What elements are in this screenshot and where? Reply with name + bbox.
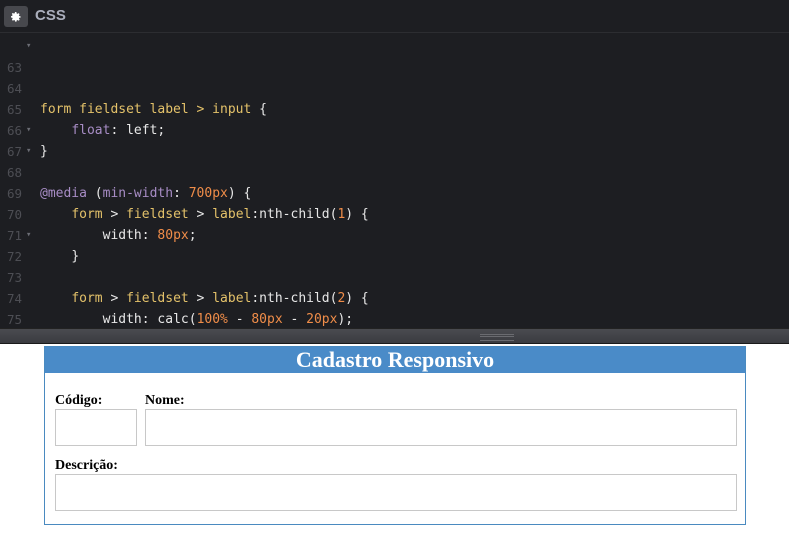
- editor-title: CSS: [35, 7, 66, 24]
- code-colon: :: [141, 312, 158, 327]
- code-number: 20px: [306, 312, 338, 327]
- descricao-label: Descrição:: [55, 458, 118, 473]
- code-line: 70 }: [0, 183, 789, 264]
- code-area[interactable]: 63 ▾ form fieldset label > input { 64 fl…: [0, 36, 789, 369]
- nome-label: Nome:: [145, 393, 185, 408]
- fold-arrow-icon[interactable]: ▾: [26, 141, 31, 162]
- code-number: 100%: [196, 312, 228, 327]
- code-line: 66: [0, 99, 789, 138]
- code-function: calc(: [157, 312, 197, 327]
- code-line: 75 }: [0, 288, 789, 369]
- code-number: 80px: [251, 312, 283, 327]
- codigo-label: Código:: [55, 393, 103, 408]
- line-number: 75: [6, 312, 22, 327]
- form-title: Cadastro Responsivo: [45, 347, 745, 373]
- code-property: width: [102, 312, 142, 327]
- gear-icon: [11, 11, 21, 22]
- fold-arrow-icon[interactable]: ▾: [26, 120, 31, 141]
- drag-grip-icon: [480, 334, 514, 341]
- editor-header: CSS: [0, 0, 789, 33]
- code-line: 63 ▾ form fieldset label > input {: [0, 36, 789, 117]
- code-line: 67 ▾ @media (min-width: 700px) {: [0, 120, 789, 201]
- code-line: 73 width: calc(100% - 80px - 20px);: [0, 246, 789, 327]
- panel-resize-handle[interactable]: [0, 328, 789, 344]
- code-line: 72 ▾ form > fieldset > label:nth-child(2…: [0, 225, 789, 306]
- code-line: 65 }: [0, 78, 789, 159]
- nome-input[interactable]: [145, 409, 737, 446]
- settings-button[interactable]: [4, 6, 28, 27]
- code-line: 71: [0, 204, 789, 243]
- codigo-input[interactable]: [55, 409, 137, 446]
- code-line: 64 float: left;: [0, 57, 789, 138]
- fold-arrow-icon[interactable]: ▾: [26, 36, 31, 57]
- css-editor-panel: CSS 63 ▾ form fieldset label > input { 6…: [0, 0, 789, 369]
- fold-arrow-icon[interactable]: ▾: [26, 225, 31, 246]
- result-preview: Cadastro Responsivo Código: Nome: Descri…: [0, 344, 789, 537]
- code-paren: );: [337, 312, 354, 327]
- descricao-input[interactable]: [55, 474, 737, 511]
- code-line: 74 }: [0, 267, 789, 348]
- code-line: 69 width: 80px;: [0, 162, 789, 243]
- code-operator: -: [227, 312, 252, 327]
- code-operator: -: [282, 312, 307, 327]
- registration-form: Cadastro Responsivo Código: Nome: Descri…: [44, 346, 746, 525]
- code-line: 68 ▾ form > fieldset > label:nth-child(1…: [0, 141, 789, 222]
